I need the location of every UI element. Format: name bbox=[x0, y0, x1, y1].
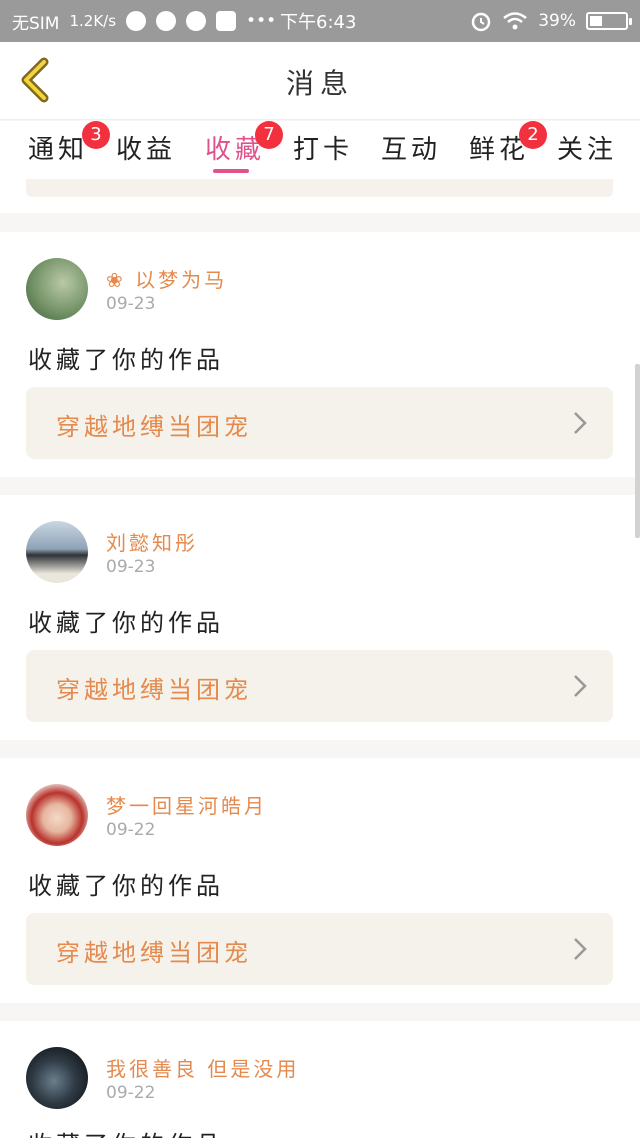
tab-notifications[interactable]: 通知 3 bbox=[28, 121, 110, 166]
work-link[interactable]: 穿越地缚当团宠 bbox=[26, 913, 613, 985]
alarm-icon bbox=[471, 12, 491, 32]
work-link[interactable]: 穿越地缚当团宠 bbox=[26, 650, 613, 722]
avatar[interactable] bbox=[26, 784, 88, 846]
tab-label: 互动 bbox=[381, 135, 442, 165]
tab-label: 收益 bbox=[116, 135, 177, 165]
carrier-text: 无SIM bbox=[12, 13, 60, 34]
wifi-icon bbox=[503, 12, 527, 30]
tab-label: 通知 bbox=[28, 135, 89, 165]
scrollbar[interactable] bbox=[635, 364, 640, 538]
work-link[interactable] bbox=[26, 179, 613, 197]
avatar[interactable] bbox=[26, 1047, 88, 1109]
tab-follows[interactable]: 关注 bbox=[557, 129, 617, 166]
wechat-icon bbox=[186, 11, 207, 31]
avatar[interactable] bbox=[26, 258, 88, 320]
chevron-right-icon bbox=[574, 412, 587, 434]
work-title: 穿越地缚当团宠 bbox=[56, 939, 252, 967]
message-card-partial bbox=[0, 179, 640, 213]
message-card: 刘懿知彤 09-23 收藏了你的作品 穿越地缚当团宠 bbox=[0, 495, 640, 740]
tab-interaction[interactable]: 互动 bbox=[381, 129, 441, 166]
status-bar: 无SIM 1.2K/s ••• 下午6:43 39% bbox=[0, 0, 640, 42]
message-card: 梦一回星河皓月 09-22 收藏了你的作品 穿越地缚当团宠 bbox=[0, 758, 640, 1003]
active-tab-indicator bbox=[213, 169, 249, 173]
message-date: 09-23 bbox=[106, 557, 156, 577]
unread-badge: 2 bbox=[519, 121, 547, 149]
message-date: 09-22 bbox=[106, 1083, 156, 1103]
username[interactable]: 梦一回星河皓月 bbox=[106, 790, 267, 819]
tab-bar: 通知 3 收益 收藏 7 打卡 互动 鲜花 2 关注 bbox=[0, 121, 640, 179]
unread-badge: 7 bbox=[255, 121, 283, 149]
work-title: 穿越地缚当团宠 bbox=[56, 413, 252, 441]
battery-icon bbox=[586, 12, 632, 30]
username[interactable]: 我很善良 但是没用 bbox=[106, 1053, 299, 1082]
action-text: 收藏了你的作品 bbox=[28, 1125, 224, 1138]
more-notifications-icon: ••• bbox=[246, 11, 277, 31]
tab-checkin[interactable]: 打卡 bbox=[293, 129, 353, 166]
action-text: 收藏了你的作品 bbox=[28, 346, 224, 374]
unread-badge: 3 bbox=[82, 121, 110, 149]
page-title: 消息 bbox=[285, 67, 354, 100]
battery-percent: 39% bbox=[538, 11, 576, 31]
network-speed: 1.2K/s bbox=[69, 12, 117, 30]
action-text: 收藏了你的作品 bbox=[28, 872, 224, 900]
chevron-right-icon bbox=[574, 938, 587, 960]
action-text: 收藏了你的作品 bbox=[28, 609, 224, 637]
app-notification-icon bbox=[126, 11, 147, 31]
username[interactable]: ❀ 以梦为马 bbox=[106, 264, 227, 293]
clock: 下午6:43 bbox=[280, 12, 357, 33]
mail-icon bbox=[216, 11, 237, 31]
message-card: ❀ 以梦为马 09-23 收藏了你的作品 穿越地缚当团宠 bbox=[0, 232, 640, 477]
tab-favorites[interactable]: 收藏 7 bbox=[205, 121, 283, 166]
play-icon bbox=[156, 11, 177, 31]
work-link[interactable]: 穿越地缚当团宠 bbox=[26, 387, 613, 459]
tab-label: 打卡 bbox=[293, 135, 354, 165]
work-title: 穿越地缚当团宠 bbox=[56, 676, 252, 704]
tab-label: 关注 bbox=[557, 135, 618, 165]
avatar[interactable] bbox=[26, 521, 88, 583]
tab-flowers[interactable]: 鲜花 2 bbox=[469, 121, 547, 166]
message-date: 09-22 bbox=[106, 820, 156, 840]
app-header: 消息 bbox=[0, 42, 640, 120]
chevron-right-icon bbox=[574, 675, 587, 697]
message-date: 09-23 bbox=[106, 294, 156, 314]
tab-earnings[interactable]: 收益 bbox=[116, 129, 176, 166]
message-card: 我很善良 但是没用 09-22 收藏了你的作品 bbox=[0, 1021, 640, 1138]
username[interactable]: 刘懿知彤 bbox=[106, 527, 198, 556]
